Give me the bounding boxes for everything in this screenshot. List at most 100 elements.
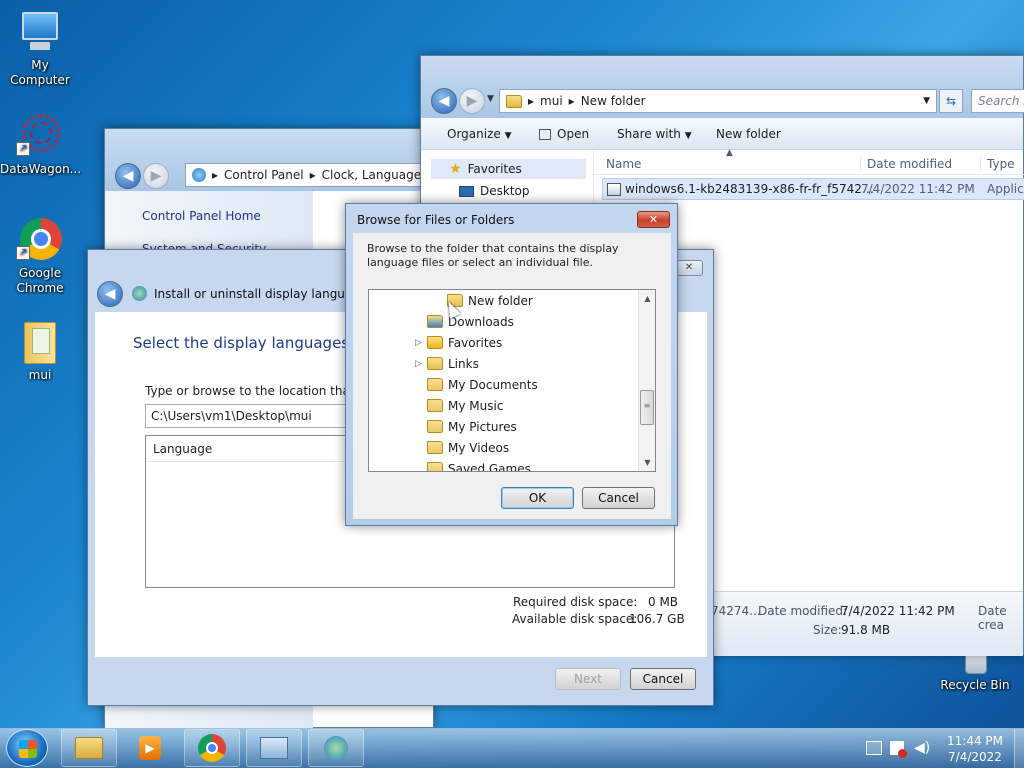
- tree-item[interactable]: ▷ Favorites: [369, 332, 502, 353]
- file-list-header: ▲ Name Date modified Type: [594, 148, 1024, 175]
- scroll-down-arrow[interactable]: ▼: [639, 454, 655, 471]
- history-dropdown-icon[interactable]: ▼: [487, 94, 494, 104]
- tree-item[interactable]: My Documents: [369, 374, 538, 395]
- scroll-thumb[interactable]: ≡: [640, 390, 654, 425]
- tree-item[interactable]: My Videos: [369, 437, 509, 458]
- desktop-icon: [459, 185, 474, 197]
- nav-item-desktop[interactable]: Desktop: [431, 181, 530, 201]
- folder-icon: [427, 420, 443, 433]
- breadcrumb-control-panel[interactable]: Control Panel: [224, 168, 304, 182]
- start-button[interactable]: [6, 729, 48, 767]
- back-button[interactable]: ◀: [115, 163, 141, 189]
- desktop-icon-my-computer[interactable]: My Computer: [0, 8, 80, 88]
- file-type: Applica: [987, 182, 1024, 196]
- tree-item[interactable]: My Pictures: [369, 416, 517, 437]
- refresh-icon[interactable]: ⇆: [939, 89, 963, 113]
- browse-dialog-title: Browse for Files or Folders: [357, 213, 515, 227]
- available-space-value: 106.7 GB: [629, 612, 685, 626]
- language-globe-icon: [324, 736, 348, 760]
- media-player-icon: ▶: [139, 736, 161, 760]
- desktop-icon-datawagon[interactable]: ↗ DataWagon...: [0, 112, 81, 177]
- explorer-toolbar: Organize ▼ Open Share with ▼ New folder: [421, 118, 1023, 150]
- tree-item[interactable]: Downloads: [369, 311, 514, 332]
- wizard-prompt: Type or browse to the location that co: [145, 384, 373, 398]
- tray-volume-icon[interactable]: ◀): [914, 740, 930, 756]
- clock-time: 11:44 PM: [947, 734, 1003, 748]
- tree-item[interactable]: Saved Games: [369, 458, 531, 471]
- next-button[interactable]: Next: [555, 668, 621, 690]
- folder-icon: [427, 315, 443, 328]
- column-name[interactable]: Name: [606, 157, 641, 171]
- browse-dialog-body: Browse to the folder that contains the d…: [353, 233, 671, 519]
- windows-logo-icon: [19, 740, 37, 758]
- folder-icon: [427, 336, 443, 349]
- browse-description: Browse to the folder that contains the d…: [367, 242, 619, 269]
- breadcrumb-clock-language[interactable]: Clock, Language, a: [322, 168, 436, 182]
- taskbar-chrome[interactable]: [184, 729, 240, 767]
- breadcrumb-new-folder[interactable]: New folder: [581, 94, 646, 108]
- search-input[interactable]: Search N: [971, 89, 1024, 113]
- forward-button[interactable]: ▶: [459, 88, 485, 114]
- folder-tree[interactable]: New folder Downloads ▷ Favorites ▷ Links My Do…: [368, 289, 656, 472]
- tree-scrollbar[interactable]: ▲ ≡ ▼: [638, 290, 655, 471]
- folder-icon: [427, 399, 443, 412]
- available-space-label: Available disk space:: [512, 612, 638, 626]
- column-type[interactable]: Type: [980, 157, 1015, 171]
- close-button[interactable]: ✕: [637, 211, 670, 228]
- cancel-button[interactable]: Cancel: [630, 668, 696, 690]
- expand-arrow-icon[interactable]: ▷: [415, 359, 427, 369]
- nav-item-favorites[interactable]: ★ Favorites: [431, 159, 586, 179]
- desktop-icon-label: Google Chrome: [16, 266, 64, 295]
- chevron-down-icon[interactable]: ▼: [923, 96, 930, 106]
- forward-button[interactable]: ▶: [143, 163, 169, 189]
- clock[interactable]: 11:44 PM 7/4/2022: [940, 733, 1010, 765]
- open-button[interactable]: Open: [539, 127, 589, 141]
- breadcrumb-mui[interactable]: mui: [540, 94, 563, 108]
- details-size-label: Size:: [813, 623, 842, 637]
- control-panel-icon: [192, 168, 206, 182]
- tree-item[interactable]: ▷ Links: [369, 353, 479, 374]
- tray-network-icon[interactable]: [866, 741, 882, 755]
- desktop-icon-label: My Computer: [10, 58, 70, 87]
- cancel-button[interactable]: Cancel: [582, 487, 655, 509]
- chrome-icon: ↗: [16, 216, 64, 264]
- back-button[interactable]: ◀: [97, 281, 123, 307]
- taskbar-explorer[interactable]: [61, 729, 117, 767]
- control-panel-address-bar[interactable]: ▸ Control Panel ▸ Clock, Language, a: [185, 163, 445, 187]
- desktop-icon-label: mui: [28, 368, 52, 382]
- taskbar-media-player[interactable]: ▶: [122, 729, 178, 767]
- taskbar-language-setup[interactable]: [308, 729, 364, 767]
- details-created-label: Date crea: [978, 604, 1007, 632]
- taskbar-control-panel[interactable]: [246, 729, 302, 767]
- required-space-value: 0 MB: [648, 595, 679, 609]
- back-button[interactable]: ◀: [431, 88, 457, 114]
- expand-arrow-icon[interactable]: ▷: [415, 338, 427, 348]
- sidebar-item-control-panel-home[interactable]: Control Panel Home: [142, 209, 261, 223]
- ok-button[interactable]: OK: [501, 487, 574, 509]
- tree-item[interactable]: My Music: [369, 395, 503, 416]
- share-with-button[interactable]: Share with ▼: [617, 127, 692, 141]
- control-panel-icon: [260, 737, 288, 759]
- application-icon: [539, 129, 551, 140]
- desktop-icon-recycle-bin[interactable]: Recycle Bin: [935, 650, 1015, 693]
- details-date-label: Date modified:: [758, 604, 848, 618]
- file-date: 7/4/2022 11:42 PM: [861, 182, 975, 196]
- new-folder-button[interactable]: New folder: [716, 127, 781, 141]
- datawagon-logo-icon: ↗: [16, 112, 64, 160]
- chevron-right-icon: ▸: [212, 168, 219, 182]
- explorer-address-bar[interactable]: ▸ mui ▸ New folder ▼: [499, 89, 937, 113]
- show-desktop-button[interactable]: [1014, 729, 1024, 768]
- desktop-icon-mui-folder[interactable]: mui: [0, 318, 80, 383]
- wizard-title: Install or uninstall display languages: [154, 287, 374, 301]
- desktop-icon-google-chrome[interactable]: ↗ Google Chrome: [0, 216, 80, 296]
- chevron-down-icon: ▼: [684, 131, 692, 141]
- wizard-close-button[interactable]: ✕: [675, 260, 703, 276]
- tray-action-center-icon[interactable]: [890, 741, 907, 758]
- folder-icon: [506, 94, 522, 108]
- folder-icon: [16, 318, 64, 366]
- file-row[interactable]: windows6.1-kb2483139-x86-fr-fr_f574274..…: [602, 178, 1024, 200]
- language-path-input[interactable]: C:\Users\vm1\Desktop\mui: [145, 404, 365, 428]
- scroll-up-arrow[interactable]: ▲: [639, 290, 655, 307]
- organize-button[interactable]: Organize ▼: [447, 127, 512, 141]
- column-date-modified[interactable]: Date modified: [860, 157, 952, 171]
